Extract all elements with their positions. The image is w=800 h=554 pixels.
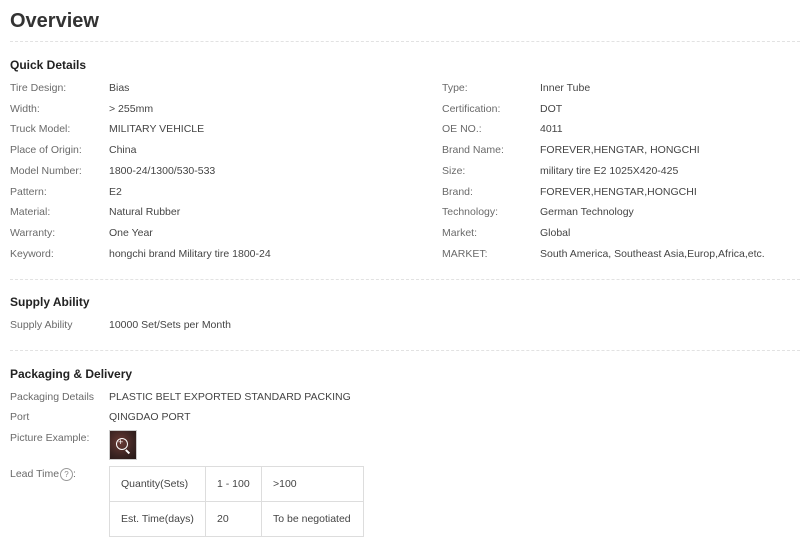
detail-value: One Year	[109, 226, 153, 239]
table-cell: 20	[205, 501, 262, 537]
divider	[10, 41, 800, 42]
supply-ability-heading: Supply Ability	[10, 295, 90, 309]
detail-value: FOREVER,HENGTAR,HONGCHI	[540, 185, 697, 198]
supply-label: Supply Ability	[10, 319, 73, 331]
detail-label: MARKET:	[442, 247, 488, 260]
detail-value: DOT	[540, 102, 563, 115]
detail-value: German Technology	[540, 206, 634, 219]
lead-time-table: Quantity(Sets) 1 - 100 >100 Est. Time(da…	[109, 466, 364, 537]
detail-label: Brand:	[442, 185, 473, 198]
quick-details-heading: Quick Details	[10, 58, 87, 72]
detail-label: Market:	[442, 226, 478, 239]
port-value: QINGDAO PORT	[109, 411, 191, 423]
detail-label: OE NO.:	[442, 123, 482, 136]
detail-value: MILITARY VEHICLE	[109, 123, 205, 136]
port-label: Port	[10, 411, 30, 423]
detail-label: Pattern:	[10, 185, 47, 198]
packaging-details-label: Packaging Details	[10, 391, 95, 403]
detail-value: Bias	[109, 82, 130, 94]
detail-label: Material:	[10, 206, 51, 219]
zoom-plus-icon: +	[118, 437, 124, 447]
detail-value: E2	[109, 185, 122, 198]
table-cell: 1 - 100	[205, 466, 262, 502]
detail-label: Size:	[442, 164, 466, 177]
detail-value: Inner Tube	[540, 82, 591, 94]
detail-label: Width:	[10, 102, 40, 115]
detail-label: Model Number:	[10, 164, 82, 177]
detail-value: Global	[540, 226, 571, 239]
help-icon[interactable]: ?	[60, 467, 74, 481]
detail-value: 4011	[540, 123, 563, 136]
detail-label: Technology:	[442, 206, 499, 219]
detail-value: 1800-24/1300/530-533	[109, 164, 216, 177]
page-title: Overview	[10, 10, 99, 32]
detail-value: China	[109, 144, 137, 157]
picture-example-thumbnail[interactable]: +	[109, 430, 137, 460]
packaging-delivery-heading: Packaging & Delivery	[10, 367, 133, 381]
table-cell: To be negotiated	[261, 501, 364, 537]
detail-label: Tire Design:	[10, 82, 67, 94]
detail-value: > 255mm	[109, 102, 154, 115]
table-cell: Quantity(Sets)	[109, 466, 206, 502]
detail-value: hongchi brand Military tire 1800-24	[109, 247, 271, 260]
divider	[10, 279, 800, 280]
picture-example-label: Picture Example:	[10, 432, 90, 444]
detail-label: Warranty:	[10, 226, 56, 239]
detail-value: FOREVER,HENGTAR, HONGCHI	[540, 144, 700, 157]
lead-time-label: Lead Time?:	[10, 467, 76, 481]
detail-label: Brand Name:	[442, 144, 504, 157]
table-row: Est. Time(days) 20 To be negotiated	[109, 501, 364, 537]
detail-label: Keyword:	[10, 247, 54, 260]
table-row: Quantity(Sets) 1 - 100 >100	[109, 466, 364, 502]
detail-value: Natural Rubber	[109, 206, 181, 219]
detail-label: Place of Origin:	[10, 144, 82, 157]
divider	[10, 350, 800, 351]
supply-value: 10000 Set/Sets per Month	[109, 319, 231, 331]
lead-time-text: Lead Time	[10, 468, 60, 480]
detail-label: Type:	[442, 82, 468, 94]
detail-value: South America, Southeast Asia,Europ,Afri…	[540, 247, 765, 260]
packaging-details-value: PLASTIC BELT EXPORTED STANDARD PACKING	[109, 391, 351, 403]
detail-label: Truck Model:	[10, 123, 71, 136]
detail-label: Certification:	[442, 102, 501, 115]
table-cell: >100	[261, 466, 364, 502]
detail-value: military tire E2 1025X420-425	[540, 164, 679, 177]
table-cell: Est. Time(days)	[109, 501, 206, 537]
